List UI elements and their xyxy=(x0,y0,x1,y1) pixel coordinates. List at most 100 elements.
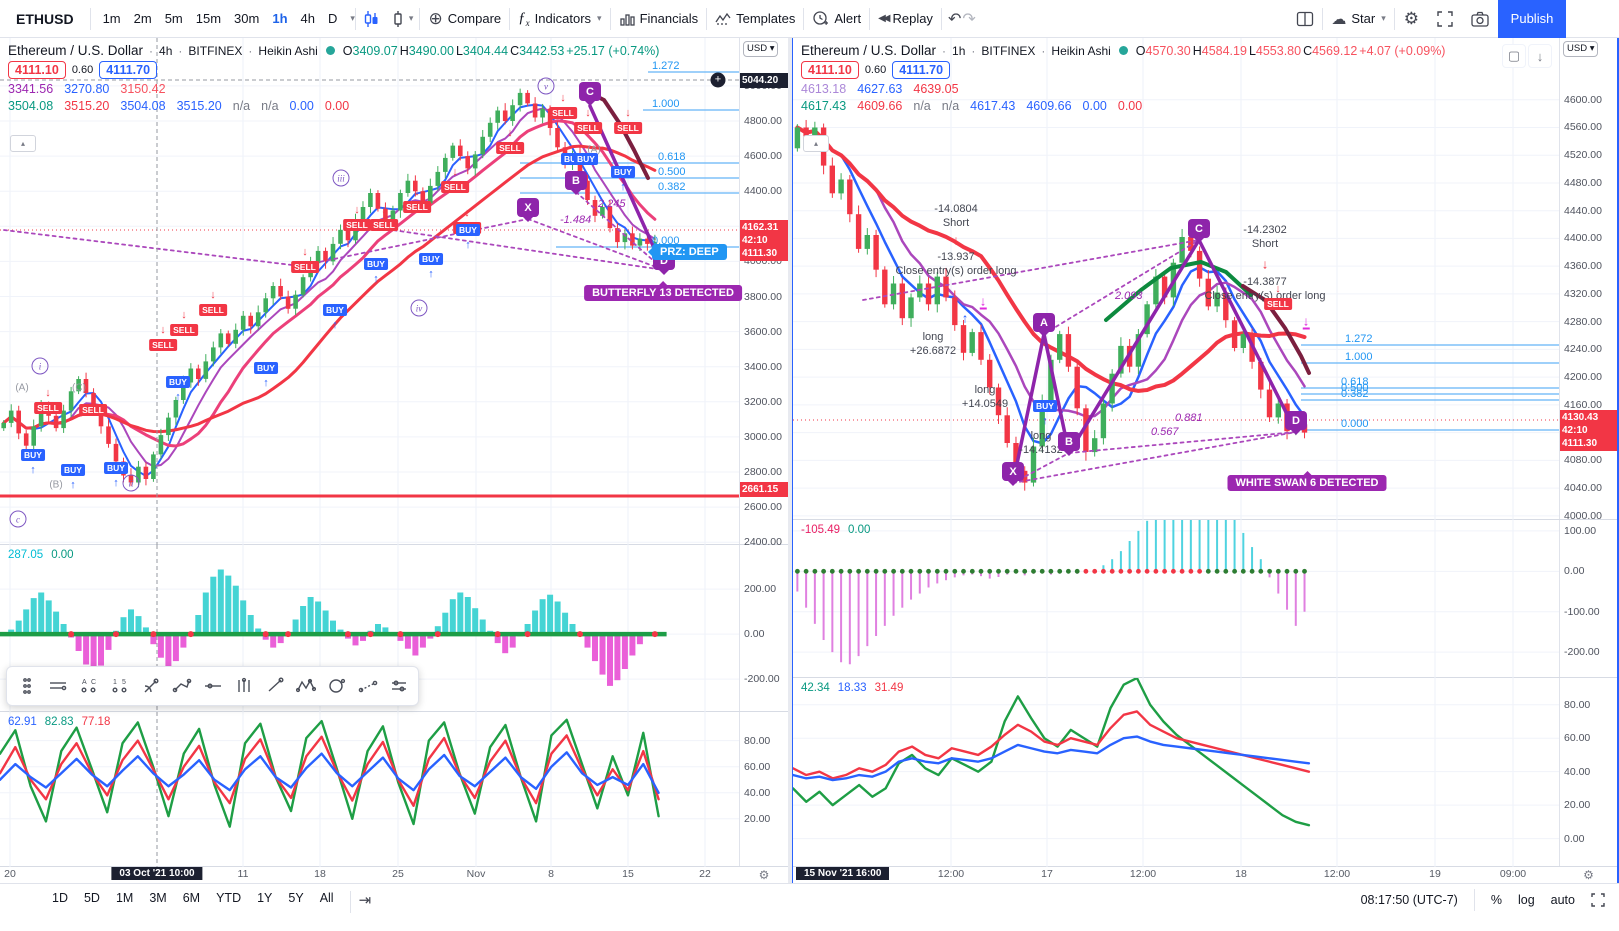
publish-button[interactable]: Publish xyxy=(1498,0,1566,38)
chevron-down-icon[interactable]: ▾ xyxy=(409,13,414,24)
price-axis-main-left[interactable]: 5000.004800.004600.004400.004200.004000.… xyxy=(739,38,788,548)
range-5y[interactable]: 5Y xyxy=(280,889,311,907)
trend-angle-tool-icon[interactable] xyxy=(135,671,166,701)
harmonic-point-x[interactable]: X xyxy=(517,198,539,217)
undo-icon[interactable]: ↶ xyxy=(948,9,961,29)
pattern-detected-badge[interactable]: PRZ: DEEP xyxy=(652,244,727,260)
sell-price-button[interactable]: 4111.10 xyxy=(8,61,66,79)
symbol-title[interactable]: Ethereum / U.S. Dollar xyxy=(8,43,143,58)
price-axis-sub2-right[interactable]: 80.00 60.00 40.00 20.00 0.00 xyxy=(1559,678,1617,866)
scroll-to-recent-icon[interactable]: ↓ xyxy=(1528,44,1552,68)
range-all[interactable]: All xyxy=(312,889,342,907)
sub2-plot-left[interactable] xyxy=(0,712,740,867)
currency-selector[interactable]: USD ▾ xyxy=(743,41,779,57)
maximize-chart-icon[interactable] xyxy=(1591,893,1605,907)
abcd-pattern-tool-icon[interactable]: AC xyxy=(73,671,104,701)
collapse-pane-button[interactable]: ▴ xyxy=(10,135,36,152)
auto-scale-button[interactable]: auto xyxy=(1551,893,1575,907)
fullscreen-icon[interactable] xyxy=(1437,10,1453,27)
harmonic-point-d[interactable]: D xyxy=(1285,411,1307,430)
range-6m[interactable]: 6M xyxy=(175,889,208,907)
collapse-pane-button[interactable]: ▴ xyxy=(803,135,829,152)
range-ytd[interactable]: YTD xyxy=(208,889,249,907)
xabcd-pattern-tool-icon[interactable] xyxy=(290,671,321,701)
hollow-candles-icon[interactable] xyxy=(362,10,380,28)
indicators-button[interactable]: ƒx Indicators ▾ xyxy=(510,5,609,33)
interval-D[interactable]: D xyxy=(322,7,343,31)
price-axis-main-right[interactable]: 4600.00 4560.00 4520.00 4480.00 4440.00 4400.… xyxy=(1559,38,1617,522)
range-5d[interactable]: 5D xyxy=(76,889,108,907)
range-1m[interactable]: 1M xyxy=(108,889,141,907)
time-axis-left[interactable]: 20 11 18 25 Nov 8 15 22 03 Oct '21 10:00 ⚙ xyxy=(0,867,788,883)
range-1y[interactable]: 1Y xyxy=(249,889,280,907)
financials-icon xyxy=(619,11,635,27)
symbol-button[interactable]: ETHUSD xyxy=(6,11,84,27)
sub1-plot-right[interactable] xyxy=(793,520,1563,678)
interval-4h[interactable]: 4h xyxy=(295,7,321,31)
pattern-detected-badge[interactable]: BUTTERFLY 13 DETECTED xyxy=(584,285,742,301)
time-axis-settings-gear-icon[interactable]: ⚙ xyxy=(1560,867,1617,883)
price-axis-sub1-left[interactable]: 200.00 0.00 -200.00 xyxy=(739,545,788,711)
sell-signal-badge: SELL xyxy=(149,339,177,351)
harmonic-point-c[interactable]: C xyxy=(1188,219,1210,238)
horizontal-ray-tool-icon[interactable] xyxy=(197,671,228,701)
settings-sliders-tool-icon[interactable] xyxy=(383,671,414,701)
alert-button[interactable]: Alert xyxy=(804,5,869,33)
settings-gear-icon[interactable]: ⚙ xyxy=(1404,9,1419,29)
legend-interval[interactable]: 4h xyxy=(159,44,172,58)
range-1d[interactable]: 1D xyxy=(44,889,76,907)
price-axis-sub1-right[interactable]: 100.00 0.00 -100.00 -200.00 xyxy=(1559,520,1617,677)
sell-signal-badge: SELL xyxy=(441,181,469,193)
trend-line-tool-icon[interactable] xyxy=(259,671,290,701)
pane-divider[interactable] xyxy=(788,38,792,883)
log-scale-button[interactable]: log xyxy=(1518,893,1535,907)
time-axis-settings-gear-icon[interactable]: ⚙ xyxy=(740,867,788,883)
parallel-lines-tool-icon[interactable] xyxy=(42,671,73,701)
percent-scale-button[interactable]: % xyxy=(1491,893,1502,907)
layout-select-icon[interactable] xyxy=(1296,10,1314,28)
time-tick: 15 xyxy=(622,868,634,880)
harmonic-point-x[interactable]: X xyxy=(1002,462,1024,481)
add-alert-plus-icon[interactable]: + xyxy=(710,72,726,88)
time-tick: 12:00 xyxy=(1129,868,1157,880)
sub2-plot-right[interactable] xyxy=(793,678,1563,867)
range-3m[interactable]: 3M xyxy=(141,889,174,907)
restore-pane-icon[interactable]: ▢ xyxy=(1502,44,1526,68)
replay-button[interactable]: ◀◀ Replay xyxy=(870,5,941,33)
interval-1m[interactable]: 1m xyxy=(97,7,127,31)
templates-button[interactable]: Templates xyxy=(707,5,803,33)
interval-5m[interactable]: 5m xyxy=(159,7,189,31)
financials-button[interactable]: Financials xyxy=(611,5,707,33)
candle-style-icon[interactable] xyxy=(389,10,407,28)
pattern-detected-badge[interactable]: WHITE SWAN 6 DETECTED xyxy=(1227,475,1387,491)
save-layout-button[interactable]: ☁ Star ▾ xyxy=(1323,5,1393,33)
clock-label[interactable]: 08:17:50 (UTC-7) xyxy=(1361,893,1458,907)
vertical-span-tool-icon[interactable] xyxy=(228,671,259,701)
corrective-wave-label: (B) xyxy=(49,479,63,491)
buy-price-button[interactable]: 4111.70 xyxy=(99,61,158,79)
dashed-trend-tool-icon[interactable] xyxy=(352,671,383,701)
sell-price-button[interactable]: 4111.10 xyxy=(801,61,859,79)
interval-1h[interactable]: 1h xyxy=(266,7,293,31)
interval-30m[interactable]: 30m xyxy=(228,7,265,31)
interval-15m[interactable]: 15m xyxy=(190,7,227,31)
interval-2m[interactable]: 2m xyxy=(128,7,158,31)
circle-tool-icon[interactable] xyxy=(321,671,352,701)
legend-interval[interactable]: 1h xyxy=(952,44,965,58)
currency-selector[interactable]: USD ▾ xyxy=(1563,41,1599,57)
compare-button[interactable]: ⊕ Compare xyxy=(420,5,509,33)
polyline-tool-icon[interactable] xyxy=(166,671,197,701)
drag-handle-icon[interactable] xyxy=(11,671,42,701)
symbol-title[interactable]: Ethereum / U.S. Dollar xyxy=(801,43,936,58)
harmonic-point-b[interactable]: B xyxy=(1058,432,1080,451)
harmonic-point-a[interactable]: A xyxy=(1033,313,1055,332)
buy-price-button[interactable]: 4111.70 xyxy=(892,61,951,79)
elliott-wave-tool-icon[interactable]: 15 xyxy=(104,671,135,701)
snapshot-camera-icon[interactable] xyxy=(1471,11,1489,27)
time-tick: 25 xyxy=(392,868,404,880)
harmonic-point-b[interactable]: B xyxy=(565,171,587,190)
redo-icon[interactable]: ↷ xyxy=(962,9,975,29)
go-to-date-icon[interactable]: ⇥ xyxy=(359,891,372,909)
trading-platform-window: ETHUSD 1m 2m 5m 15m 30m 1h 4h D ▾ ▾ ⊕ Compare ƒ… xyxy=(0,0,1619,931)
price-axis-sub2-left[interactable]: 80.00 60.00 40.00 20.00 xyxy=(739,712,788,866)
